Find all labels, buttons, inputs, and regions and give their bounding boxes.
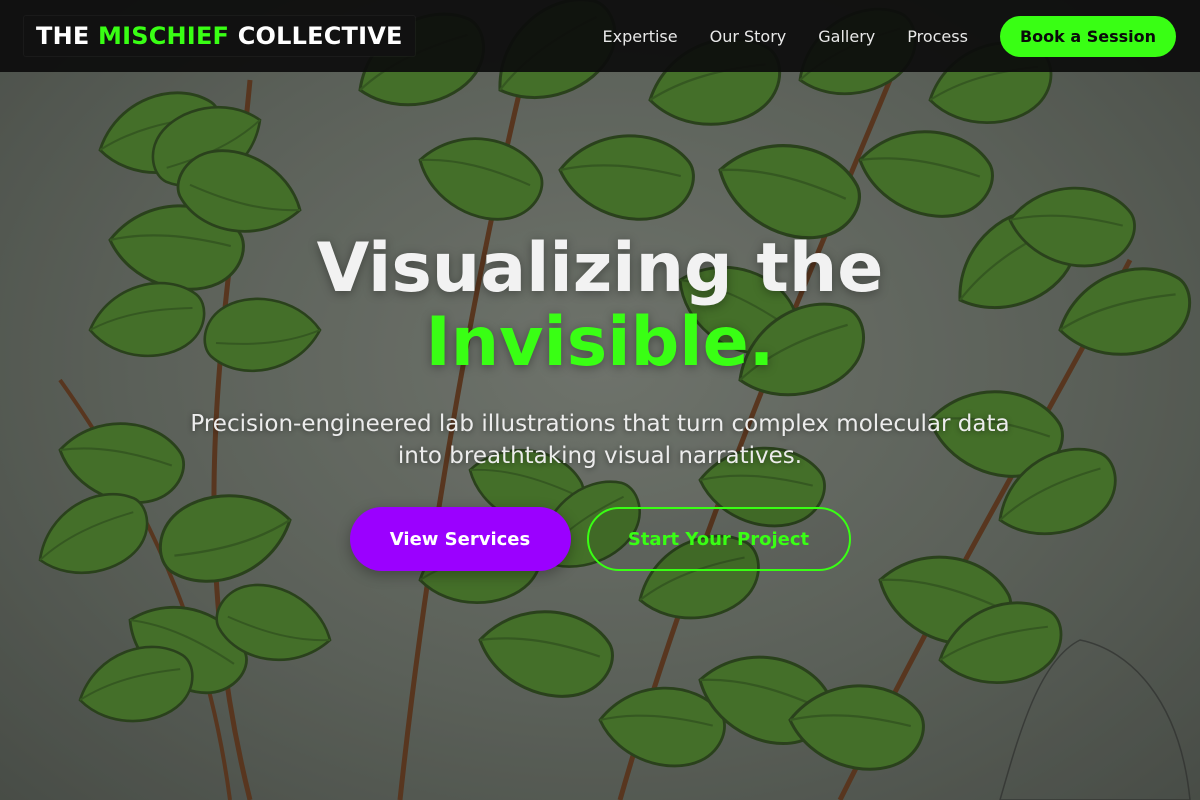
brand-logo[interactable]: THE MISCHIEF COLLECTIVE — [24, 16, 415, 56]
headline-highlight: Invisible. — [425, 303, 775, 382]
top-navbar: THE MISCHIEF COLLECTIVE Expertise Our St… — [0, 0, 1200, 72]
hero-headline: Visualizing the Invisible. — [0, 232, 1200, 380]
book-session-button[interactable]: Book a Session — [999, 15, 1176, 57]
hero-section: Visualizing the Invisible. Precision-eng… — [0, 232, 1200, 571]
brand-highlight: MISCHIEF — [98, 22, 230, 50]
nav-link-gallery[interactable]: Gallery — [818, 27, 875, 46]
start-project-button[interactable]: Start Your Project — [586, 507, 851, 571]
brand-suffix: COLLECTIVE — [229, 22, 403, 50]
hero-subheadline: Precision-engineered lab illustrations t… — [190, 411, 1010, 469]
brand-prefix: THE — [36, 22, 99, 50]
hero-buttons: View Services Start Your Project — [0, 507, 1200, 571]
nav-links: Expertise Our Story Gallery Process Book… — [571, 15, 1176, 57]
nav-link-expertise[interactable]: Expertise — [603, 27, 678, 46]
nav-link-process[interactable]: Process — [907, 27, 968, 46]
headline-line-1: Visualizing the — [316, 229, 884, 308]
view-services-button[interactable]: View Services — [349, 507, 571, 571]
nav-link-our-story[interactable]: Our Story — [710, 27, 787, 46]
